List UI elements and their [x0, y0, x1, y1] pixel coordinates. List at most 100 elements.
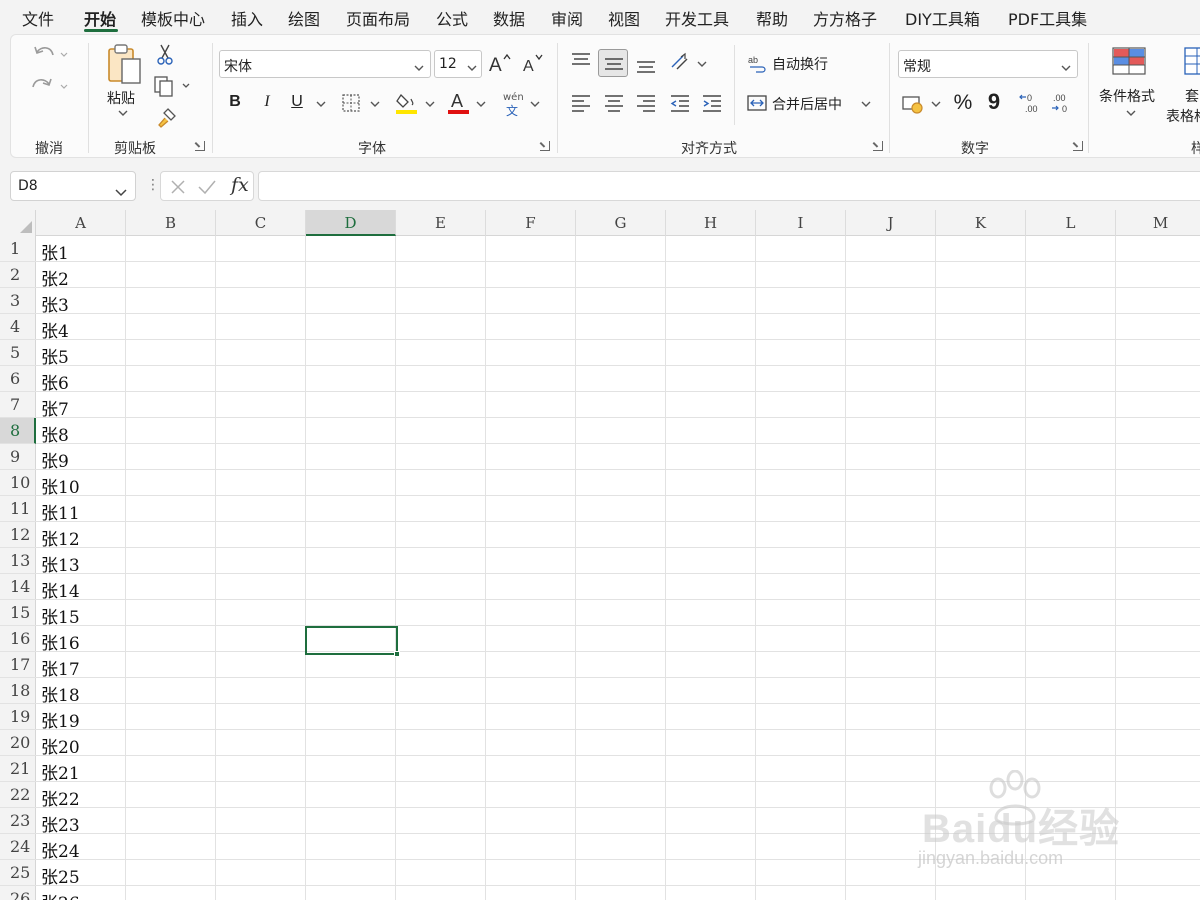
menu-help[interactable]: 帮助	[756, 6, 788, 30]
copy-icon[interactable]	[153, 75, 193, 97]
paste-icon[interactable]	[106, 43, 144, 85]
chevron-down-icon[interactable]	[1126, 109, 1136, 117]
row-header-20[interactable]: 20	[0, 730, 36, 756]
more-options-icon[interactable]: ⋮	[146, 177, 160, 193]
column-header-i[interactable]: I	[756, 210, 846, 236]
insert-function-button[interactable]: fx	[231, 174, 249, 196]
number-format-combo[interactable]: 常规	[898, 50, 1078, 78]
column-header-c[interactable]: C	[216, 210, 306, 236]
row-header-24[interactable]: 24	[0, 834, 36, 860]
fill-handle[interactable]	[394, 651, 400, 657]
percent-button[interactable]: %	[952, 91, 974, 115]
decrease-indent-icon[interactable]	[669, 93, 691, 113]
row-header-5[interactable]: 5	[0, 340, 36, 366]
select-all-button[interactable]	[0, 210, 36, 236]
accounting-format-icon[interactable]	[901, 93, 925, 115]
italic-button[interactable]: I	[259, 93, 275, 111]
phonetic-icon[interactable]: 文	[506, 102, 518, 119]
menu-diy-toolbox[interactable]: DIY工具箱	[905, 6, 980, 30]
chevron-down-icon[interactable]	[476, 100, 486, 108]
column-header-h[interactable]: H	[666, 210, 756, 236]
row-header-12[interactable]: 12	[0, 522, 36, 548]
alignment-dialog-launcher-icon[interactable]	[873, 141, 883, 151]
chevron-down-icon[interactable]	[931, 100, 941, 108]
conditional-formatting-icon[interactable]	[1111, 45, 1147, 77]
underline-button[interactable]: U	[289, 93, 305, 111]
menu-fangfanggezi[interactable]: 方方格子	[813, 6, 877, 30]
column-header-f[interactable]: F	[486, 210, 576, 236]
menu-page-layout[interactable]: 页面布局	[346, 6, 410, 30]
align-center-icon[interactable]	[603, 93, 625, 113]
column-header-j[interactable]: J	[846, 210, 936, 236]
column-header-d[interactable]: D	[306, 210, 396, 236]
menu-home[interactable]: 开始	[84, 6, 116, 30]
row-header-1[interactable]: 1	[0, 236, 36, 262]
row-header-4[interactable]: 4	[0, 314, 36, 340]
column-header-b[interactable]: B	[126, 210, 216, 236]
merge-center-label[interactable]: 合并后居中	[772, 94, 842, 114]
chevron-down-icon[interactable]	[425, 100, 435, 108]
chevron-down-icon[interactable]	[697, 60, 707, 68]
row-header-9[interactable]: 9	[0, 444, 36, 470]
column-header-e[interactable]: E	[396, 210, 486, 236]
row-header-22[interactable]: 22	[0, 782, 36, 808]
menu-draw[interactable]: 绘图	[288, 6, 320, 30]
row-header-14[interactable]: 14	[0, 574, 36, 600]
active-cell-d8[interactable]	[305, 626, 400, 657]
row-header-25[interactable]: 25	[0, 860, 36, 886]
column-header-g[interactable]: G	[576, 210, 666, 236]
chevron-down-icon[interactable]	[530, 100, 540, 108]
wrap-text-icon[interactable]: ab	[748, 53, 768, 73]
conditional-formatting-label[interactable]: 条件格式	[1099, 86, 1155, 106]
row-header-23[interactable]: 23	[0, 808, 36, 834]
fill-color-icon[interactable]	[395, 89, 419, 115]
menu-data[interactable]: 数据	[493, 6, 525, 30]
align-left-icon[interactable]	[570, 93, 592, 113]
menu-formulas[interactable]: 公式	[436, 6, 468, 30]
cell-a26[interactable]: 张26	[41, 889, 80, 900]
chevron-down-icon[interactable]	[115, 182, 127, 201]
name-box[interactable]: D8	[10, 171, 136, 201]
row-header-2[interactable]: 2	[0, 262, 36, 288]
font-color-icon[interactable]: A	[447, 89, 471, 115]
menu-insert[interactable]: 插入	[231, 6, 263, 30]
row-header-16[interactable]: 16	[0, 626, 36, 652]
bold-button[interactable]: B	[227, 93, 243, 111]
undo-icon[interactable]	[31, 43, 71, 65]
borders-icon[interactable]	[341, 93, 361, 113]
row-header-18[interactable]: 18	[0, 678, 36, 704]
row-header-26[interactable]: 26	[0, 886, 36, 900]
menu-review[interactable]: 审阅	[551, 6, 583, 30]
column-header-k[interactable]: K	[936, 210, 1026, 236]
orientation-icon[interactable]	[669, 51, 695, 73]
align-middle-icon[interactable]	[598, 49, 628, 77]
decrease-decimal-icon[interactable]: .00 0	[1048, 91, 1074, 115]
row-header-11[interactable]: 11	[0, 496, 36, 522]
align-right-icon[interactable]	[635, 93, 657, 113]
cut-icon[interactable]	[155, 43, 175, 65]
row-header-13[interactable]: 13	[0, 548, 36, 574]
format-as-table-icon[interactable]	[1183, 45, 1200, 77]
align-bottom-icon[interactable]	[635, 55, 657, 75]
increase-indent-icon[interactable]	[701, 93, 723, 113]
row-header-10[interactable]: 10	[0, 470, 36, 496]
redo-icon[interactable]	[31, 75, 71, 97]
column-header-a[interactable]: A	[36, 210, 126, 236]
menu-view[interactable]: 视图	[608, 6, 640, 30]
menu-file[interactable]: 文件	[22, 6, 54, 30]
decrease-font-size-icon[interactable]: A	[521, 51, 547, 75]
formula-input[interactable]	[258, 171, 1200, 201]
column-header-l[interactable]: L	[1026, 210, 1116, 236]
chevron-down-icon[interactable]	[370, 100, 380, 108]
format-painter-icon[interactable]	[156, 107, 178, 129]
enter-check-icon[interactable]	[197, 178, 217, 196]
chevron-down-icon[interactable]	[316, 100, 326, 108]
wrap-text-label[interactable]: 自动换行	[772, 54, 828, 74]
merge-center-icon[interactable]	[746, 93, 768, 113]
increase-decimal-icon[interactable]: 0.00	[1018, 91, 1044, 115]
increase-font-size-icon[interactable]: A	[487, 51, 513, 75]
menu-pdf-tools[interactable]: PDF工具集	[1008, 6, 1087, 30]
menu-developer[interactable]: 开发工具	[665, 6, 729, 30]
menu-templates[interactable]: 模板中心	[141, 6, 205, 30]
cancel-icon[interactable]	[169, 178, 187, 196]
